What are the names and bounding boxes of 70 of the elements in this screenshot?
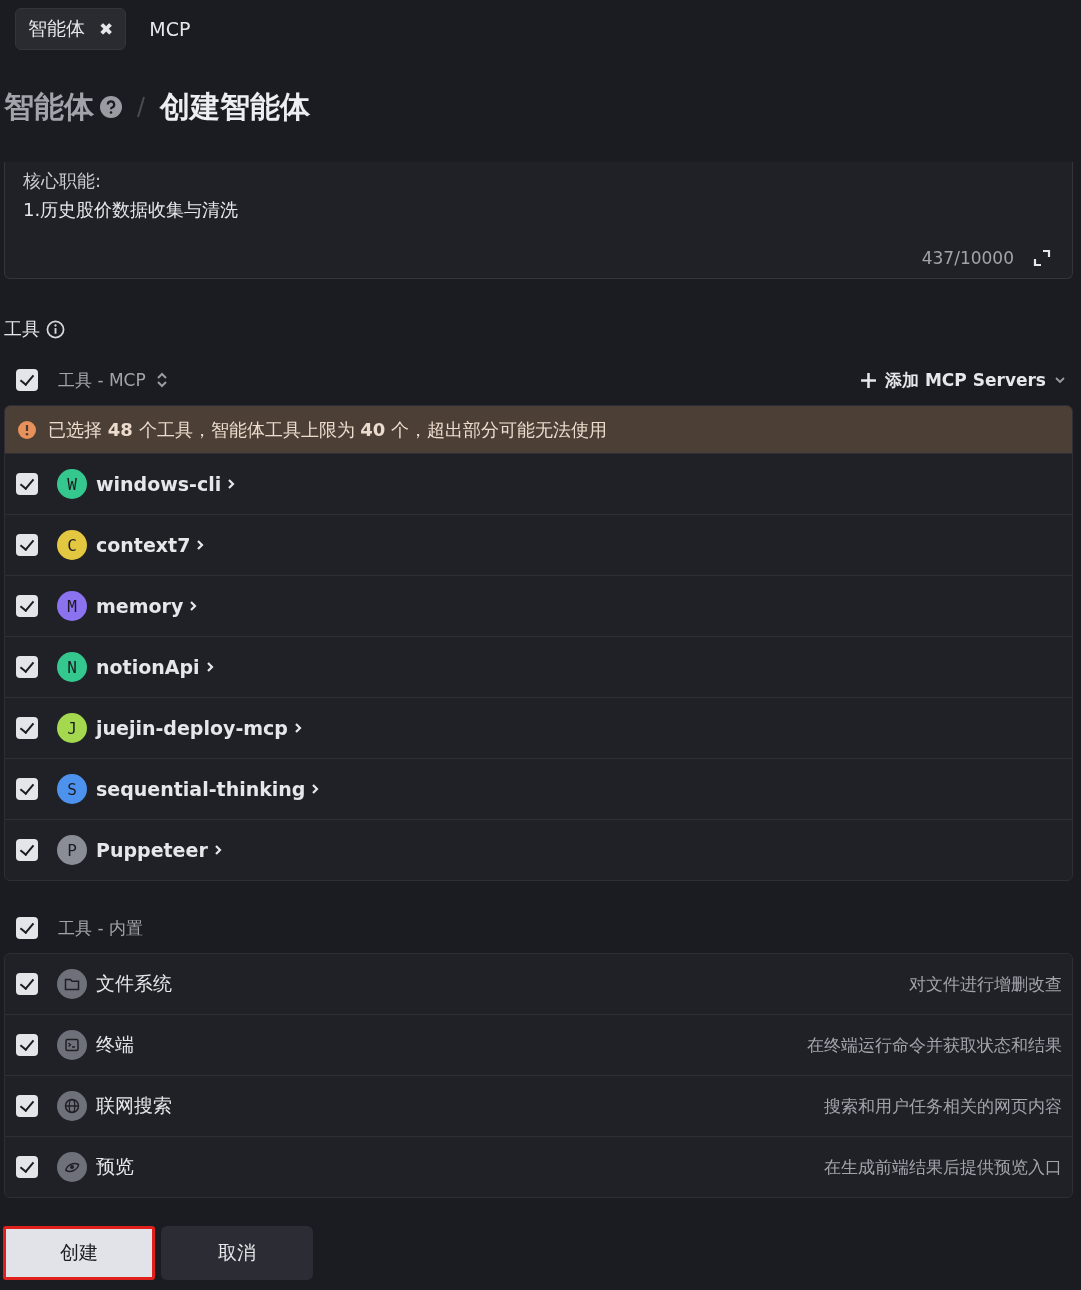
checkbox[interactable]: [16, 973, 38, 995]
server-avatar: J: [57, 713, 87, 743]
tool-name: 预览: [96, 1154, 134, 1179]
tab[interactable]: MCP: [136, 8, 204, 50]
chevron-right-icon[interactable]: [195, 538, 206, 552]
tool-name: 文件系统: [96, 971, 172, 996]
chevron-right-icon[interactable]: [212, 843, 223, 857]
expand-icon[interactable]: [1032, 248, 1052, 268]
tool-description: 对文件进行增删改查: [909, 972, 1063, 996]
close-icon[interactable]: ✖: [99, 19, 114, 39]
server-name[interactable]: notionApi: [96, 656, 200, 678]
tool-name: 联网搜索: [96, 1093, 172, 1118]
form-button[interactable]: 取消: [161, 1226, 313, 1280]
separator-icon: [136, 95, 146, 119]
checkbox[interactable]: [16, 839, 38, 861]
terminal-icon: [57, 1030, 87, 1060]
chevron-down-icon: [1054, 374, 1066, 386]
chevron-right-icon[interactable]: [188, 599, 199, 613]
checkbox[interactable]: [16, 1034, 38, 1056]
plus-icon: [860, 371, 878, 389]
checkbox[interactable]: [16, 656, 38, 678]
breadcrumb-link[interactable]: 智能体: [4, 86, 94, 128]
checkbox[interactable]: [16, 473, 38, 495]
add-servers-button[interactable]: 添加 MCP Servers: [860, 368, 1066, 392]
group-label: 工具 - MCP: [58, 368, 146, 392]
prompt-field[interactable]: 核心职能: 1.历史股价数据收集与清洗 437/10000: [4, 162, 1073, 279]
chevron-right-icon[interactable]: [310, 782, 321, 796]
server-avatar: M: [57, 591, 87, 621]
eye-icon: [57, 1152, 87, 1182]
checkbox[interactable]: [16, 595, 38, 617]
chevron-right-icon[interactable]: [204, 660, 215, 674]
tool-description: 搜索和用户任务相关的网页内容: [824, 1094, 1063, 1118]
server-name[interactable]: context7: [96, 534, 191, 556]
checkbox[interactable]: [16, 917, 38, 939]
form-button[interactable]: 创建: [3, 1226, 155, 1280]
server-avatar: W: [57, 469, 87, 499]
checkbox[interactable]: [16, 717, 38, 739]
server-avatar: P: [57, 835, 87, 865]
server-name[interactable]: Puppeteer: [96, 839, 208, 861]
tool-name: 终端: [96, 1032, 134, 1057]
sort-icon[interactable]: [155, 371, 168, 389]
server-avatar: N: [57, 652, 87, 682]
tool-description: 在终端运行命令并获取状态和结果: [807, 1033, 1063, 1057]
tab[interactable]: 智能体 ✖: [15, 8, 127, 50]
section-label: 工具: [4, 317, 40, 341]
info-icon[interactable]: [46, 319, 65, 339]
server-name[interactable]: windows-cli: [96, 473, 222, 495]
checkbox[interactable]: [16, 1095, 38, 1117]
checkbox[interactable]: [16, 1156, 38, 1178]
globe-icon: [57, 1091, 87, 1121]
server-name[interactable]: sequential-thinking: [96, 778, 306, 800]
server-avatar: C: [57, 530, 87, 560]
tool-description: 在生成前端结果后提供预览入口: [824, 1155, 1063, 1179]
server-avatar: S: [57, 774, 87, 804]
group-label: 工具 - 内置: [58, 916, 143, 940]
chevron-right-icon[interactable]: [292, 721, 303, 735]
folder-icon: [57, 969, 87, 999]
prompt-text: 1.历史股价数据收集与清洗: [23, 198, 240, 222]
checkbox[interactable]: [16, 778, 38, 800]
checkbox[interactable]: [16, 369, 38, 391]
warning-message: 已选择 48 个工具，智能体工具上限为 40 个，超出部分可能无法使用: [48, 417, 608, 442]
warning-icon: [18, 420, 36, 439]
checkbox[interactable]: [16, 534, 38, 556]
prompt-text: 核心职能:: [23, 169, 103, 193]
server-name[interactable]: juejin-deploy-mcp: [96, 717, 288, 739]
character-counter: 437/10000: [921, 248, 1014, 268]
server-name[interactable]: memory: [96, 595, 184, 617]
page-title: 创建智能体: [160, 87, 310, 126]
chevron-right-icon[interactable]: [226, 477, 237, 491]
help-icon[interactable]: [100, 96, 122, 118]
